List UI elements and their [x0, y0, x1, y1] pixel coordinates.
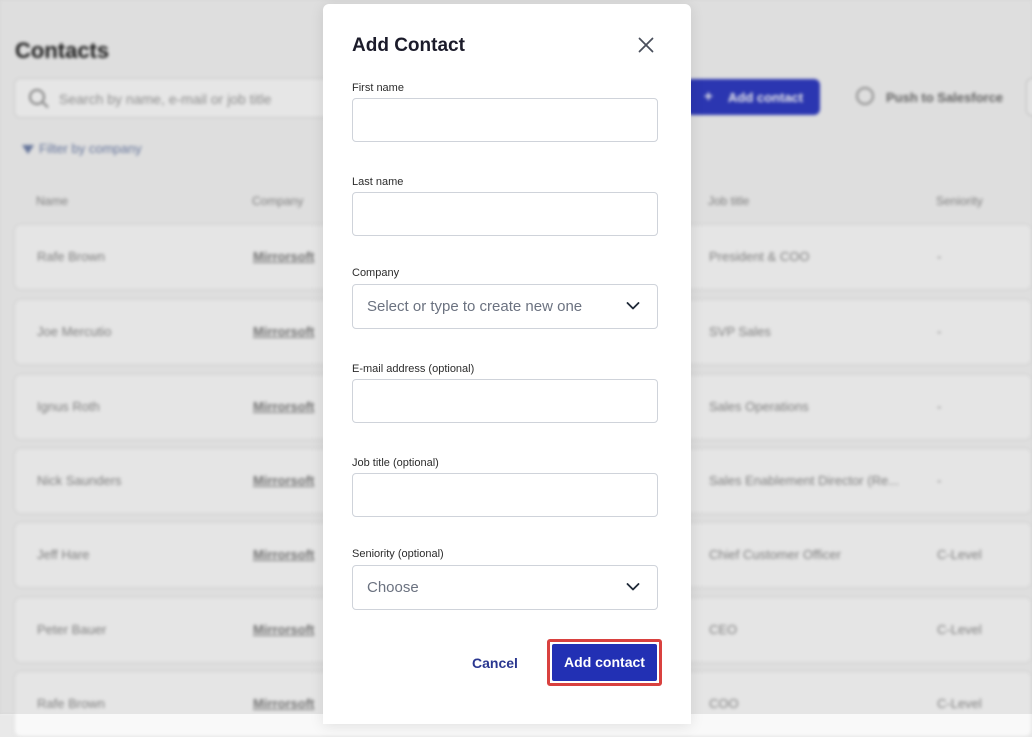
last-name-label: Last name: [352, 176, 404, 188]
add-contact-submit-button[interactable]: Add contact: [547, 639, 662, 686]
seniority-select[interactable]: Choose: [352, 565, 658, 610]
job-title-label: Job title (optional): [352, 457, 439, 469]
chevron-down-icon: [626, 582, 640, 592]
add-contact-submit-label: Add contact: [552, 644, 657, 681]
email-label: E-mail address (optional): [352, 363, 475, 375]
seniority-select-placeholder: Choose: [367, 579, 419, 596]
job-title-input[interactable]: [352, 473, 658, 517]
seniority-label: Seniority (optional): [352, 548, 444, 560]
last-name-input[interactable]: [352, 192, 658, 236]
close-button[interactable]: [636, 35, 656, 55]
first-name-label: First name: [352, 82, 404, 94]
chevron-down-icon: [626, 301, 640, 311]
company-label: Company: [352, 267, 400, 279]
cancel-button[interactable]: Cancel: [460, 652, 530, 674]
close-icon: [638, 37, 654, 53]
company-select[interactable]: Select or type to create new one: [352, 284, 658, 329]
email-input[interactable]: [352, 379, 658, 423]
modal-title: Add Contact: [352, 35, 465, 56]
first-name-input[interactable]: [352, 98, 658, 142]
add-contact-modal: Add Contact First name Last name Company…: [323, 4, 691, 724]
company-select-placeholder: Select or type to create new one: [367, 298, 583, 315]
